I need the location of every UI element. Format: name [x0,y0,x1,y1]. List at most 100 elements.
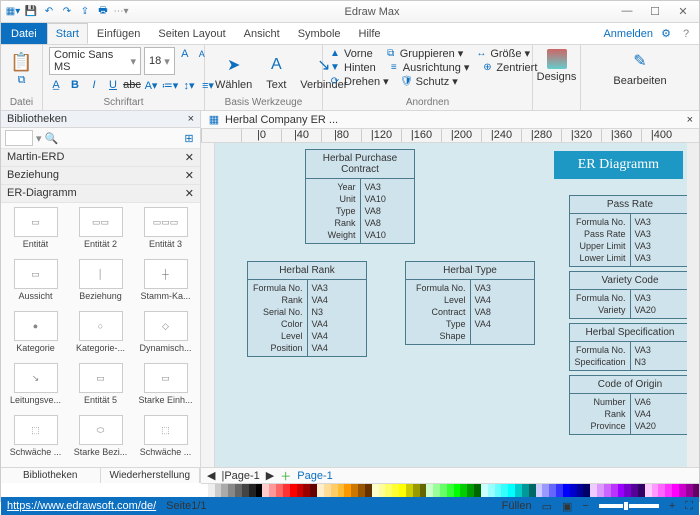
font-name-select[interactable]: Comic Sans MS▾ [49,47,141,75]
doc-close-icon[interactable]: × [687,114,693,126]
entity[interactable]: Herbal RankFormula No.RankSerial No.Colo… [247,261,367,357]
ribbon-group-file: Datei [7,96,36,108]
page-tab[interactable]: Page-1 [297,470,332,482]
view-normal-icon[interactable]: ▭ [542,500,552,513]
designs-icon [547,49,567,69]
entity[interactable]: Herbal TypeFormula No.LevelContract Type… [405,261,535,345]
center[interactable]: Zentriert [496,62,537,74]
text-icon: A [264,53,288,77]
group[interactable]: Gruppieren [400,48,455,60]
tab-view[interactable]: Ansicht [235,23,289,44]
file-menu[interactable]: Datei [1,23,47,44]
doc-icon: ▦ [207,113,221,127]
export-icon[interactable]: ⇪ [77,4,93,20]
lib-item[interactable]: │Beziehung [70,259,131,307]
lib-cat-erd[interactable]: ER-Diagramm✕ [1,185,200,203]
strike-icon[interactable]: abc [125,78,139,92]
undo-icon[interactable]: ↶ [41,4,57,20]
align[interactable]: Ausrichtung [403,62,461,74]
paste-icon[interactable]: 📋 [15,56,29,70]
lib-item[interactable]: ◇Dynamisch... [135,311,196,359]
page-next-icon[interactable]: ▶ [266,469,274,482]
bold-icon[interactable]: B [68,78,82,92]
lib-close-icon[interactable]: × [188,113,194,125]
lib-title: Bibliotheken [7,113,67,125]
lib-item[interactable]: ⬚Schwäche ... [5,415,66,463]
text-tool[interactable]: AText [260,51,292,93]
lib-cat-relation[interactable]: Beziehung✕ [1,167,200,185]
entity[interactable]: Herbal SpecificationFormula No.Specifica… [569,323,691,371]
lib-item[interactable]: ▭Starke Einh... [135,363,196,411]
font-color-icon[interactable]: A̲ [49,78,63,92]
lib-cat-martin[interactable]: Martin-ERD✕ [1,149,200,167]
ribbon-group-tools: Basis Werkzeuge [211,96,316,108]
tab-insert[interactable]: Einfügen [88,23,149,44]
rotate[interactable]: Drehen [344,76,380,88]
italic-icon[interactable]: I [87,78,101,92]
ribbon-group-font: Schriftart [49,96,198,108]
entity[interactable]: Pass RateFormula No.Pass RateUpper Limit… [569,195,691,267]
size[interactable]: Größe [490,48,521,60]
protect[interactable]: Schutz [416,76,450,88]
entity[interactable]: Herbal Purchase ContractYearUnitTypeRank… [305,149,415,244]
page-add-icon[interactable]: ＋ [280,468,291,484]
lib-item[interactable]: ▭▭Entität 2 [70,207,131,255]
lib-item[interactable]: ▭Aussicht [5,259,66,307]
lib-item[interactable]: ●Kategorie [5,311,66,359]
bullets-icon[interactable]: ≔▾ [163,78,177,92]
redo-icon[interactable]: ↷ [59,4,75,20]
lib-item[interactable]: ▭Entität [5,207,66,255]
color-swatches[interactable] [201,483,699,497]
tab-pagelayout[interactable]: Seiten Layout [149,23,234,44]
lib-foot-restore[interactable]: Wiederherstellung [101,468,201,483]
font-size-select[interactable]: 18▾ [144,47,175,75]
spacing-icon[interactable]: ↕▾ [182,78,196,92]
ruler-vertical [201,143,215,467]
highlight-icon[interactable]: A▾ [144,78,158,92]
lib-item[interactable]: ▭▭▭Entität 3 [135,207,196,255]
bring-front[interactable]: Vorne [344,48,373,60]
login-link[interactable]: Anmelden [603,28,653,40]
help-icon[interactable]: ? [679,27,693,41]
search-icon[interactable]: 🔍 [45,131,59,145]
lib-item[interactable]: ○Kategorie-... [70,311,131,359]
grow-font-icon[interactable]: A [178,47,192,61]
lib-foot-lib[interactable]: Bibliotheken [1,468,101,483]
lib-item[interactable]: ┼Stamm-Ka... [135,259,196,307]
save-icon[interactable]: 💾 [23,4,39,20]
lib-item[interactable]: ⬚Schwäche ... [135,415,196,463]
underline-icon[interactable]: U [106,78,120,92]
tab-symbols[interactable]: Symbole [289,23,350,44]
diagram-title: ER Diagramm [554,151,683,179]
select-tool[interactable]: ➤Wählen [211,51,256,93]
copy-icon[interactable]: ⧉ [15,74,29,88]
zoom-fit-icon[interactable]: ⛶ [685,500,693,513]
ribbon-group-arrange: Anordnen [329,96,526,108]
send-back[interactable]: Hinten [344,62,376,74]
tab-start[interactable]: Start [47,23,88,44]
edit-button[interactable]: ✎Bearbeiten [587,47,693,89]
zoom-slider[interactable] [599,504,659,508]
close-icon[interactable]: ✕ [671,5,695,18]
qat-more-icon[interactable]: ⋯▾ [113,4,129,20]
gear-icon[interactable]: ⚙ [659,27,673,41]
lib-new-icon[interactable]: ⊞ [182,131,196,145]
maximize-icon[interactable]: ☐ [643,5,667,18]
view-full-icon[interactable]: ▣ [562,500,572,513]
print-icon[interactable]: 🖶 [95,4,111,20]
qat-menu-icon[interactable]: ▦▾ [5,4,21,20]
tab-help[interactable]: Hilfe [350,23,390,44]
page-prev-icon[interactable]: ◀ [207,469,215,482]
canvas[interactable]: ER Diagramm Herbal Purchase ContractYear… [215,143,699,467]
doc-tab[interactable]: Herbal Company ER ... [225,114,338,126]
entity[interactable]: Variety CodeFormula No.VarietyVA3VA20 [569,271,691,319]
designs-button[interactable]: Designs [539,47,574,85]
lib-item[interactable]: ⬭Starke Bezi... [70,415,131,463]
lib-item[interactable]: ↘Leitungsve... [5,363,66,411]
lib-item[interactable]: ▭Entität 5 [70,363,131,411]
lib-search[interactable] [5,130,33,146]
app-title: Edraw Max [129,6,615,18]
entity[interactable]: Code of OriginNumberRankProvinceVA6VA4VA… [569,375,691,435]
minimize-icon[interactable]: — [615,5,639,18]
scrollbar-v[interactable] [687,143,699,467]
